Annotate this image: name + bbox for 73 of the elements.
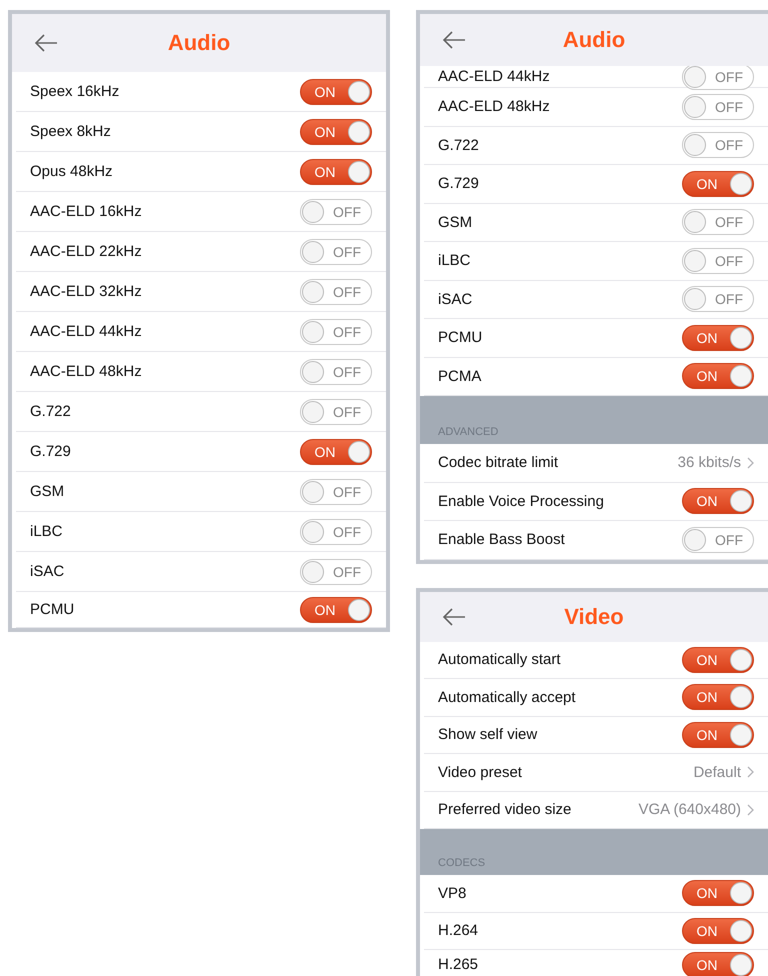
setting-label: Preferred video size [438, 801, 572, 818]
toggle-switch[interactable]: OFF [300, 398, 372, 424]
toggle-switch[interactable]: ON [300, 596, 372, 622]
setting-label: PCMA [438, 368, 482, 385]
setting-label: VP8 [438, 884, 466, 902]
setting-label: G.729 [30, 443, 71, 460]
toggle-switch[interactable]: ON [682, 952, 754, 976]
toggle-switch[interactable]: OFF [300, 278, 372, 304]
setting-label: iSAC [30, 563, 64, 580]
toggle-switch[interactable]: ON [300, 118, 372, 144]
setting-label: AAC-ELD 48kHz [30, 363, 142, 380]
toggle-switch[interactable]: OFF [300, 558, 372, 584]
toggle-switch[interactable]: ON [300, 78, 372, 104]
toggle-switch[interactable]: OFF [682, 94, 754, 120]
toggle-switch[interactable]: OFF [682, 526, 754, 553]
toggle-switch[interactable]: ON [682, 918, 754, 944]
setting-label: Automatically accept [438, 688, 576, 706]
screen-title: Video [564, 604, 624, 630]
toggle-switch[interactable]: ON [682, 880, 754, 906]
toggle-switch[interactable]: OFF [300, 478, 372, 504]
toggle-switch[interactable]: OFF [682, 209, 754, 236]
toggle-switch[interactable]: ON [682, 722, 754, 748]
setting-label: AAC-ELD 16kHz [30, 203, 142, 220]
setting-label: G.722 [30, 403, 71, 420]
setting-label: iSAC [438, 290, 472, 308]
toggle-switch[interactable]: ON [682, 363, 754, 390]
setting-label: H.265 [438, 956, 478, 973]
toggle-switch[interactable]: ON [300, 438, 372, 464]
toggle-switch[interactable]: OFF [300, 358, 372, 384]
screen-title: Audio [562, 27, 626, 53]
setting-label: Automatically start [438, 651, 561, 668]
setting-label: AAC-ELD 48kHz [438, 98, 550, 116]
setting-label: AAC-ELD 32kHz [30, 283, 142, 300]
toggle-switch[interactable]: OFF [300, 518, 372, 544]
setting-label: Enable Bass Boost [438, 531, 565, 548]
setting-label: Speex 16kHz [30, 83, 120, 100]
screen-title: Audio [168, 30, 230, 56]
setting-value[interactable]: 36 kbits/s [678, 454, 741, 472]
setting-label: G.729 [438, 175, 479, 192]
setting-label: GSM [438, 214, 472, 231]
setting-label: Enable Voice Processing [438, 492, 604, 510]
setting-label: Speex 8kHz [30, 123, 111, 140]
setting-label: Codec bitrate limit [438, 454, 558, 472]
toggle-switch[interactable]: OFF [300, 318, 372, 344]
back-arrow-icon[interactable] [34, 34, 58, 52]
toggle-switch[interactable]: OFF [682, 248, 754, 274]
back-arrow-icon[interactable] [442, 608, 466, 626]
setting-label: GSM [30, 483, 64, 500]
setting-label: H.264 [438, 922, 478, 940]
setting-label: Show self view [438, 726, 538, 744]
setting-label: PCMU [438, 329, 482, 346]
toggle-switch[interactable]: OFF [300, 238, 372, 264]
toggle-switch[interactable]: ON [682, 684, 754, 710]
setting-label: iLBC [30, 523, 63, 540]
setting-label: AAC-ELD 44kHz [438, 68, 550, 85]
setting-label: AAC-ELD 44kHz [30, 323, 142, 340]
toggle-switch[interactable]: ON [682, 488, 754, 514]
setting-label: AAC-ELD 22kHz [30, 243, 142, 260]
toggle-switch[interactable]: ON [300, 158, 372, 184]
toggle-switch[interactable]: OFF [682, 132, 754, 158]
setting-value[interactable]: Default [693, 764, 741, 781]
back-arrow-icon[interactable] [442, 31, 466, 49]
setting-label: G.722 [438, 136, 479, 154]
toggle-switch[interactable]: ON [682, 324, 754, 351]
toggle-switch[interactable]: OFF [300, 198, 372, 224]
toggle-switch[interactable]: ON [682, 170, 754, 197]
toggle-switch[interactable]: OFF [682, 286, 754, 312]
setting-label: Video preset [438, 764, 522, 781]
setting-value[interactable]: VGA (640x480) [638, 801, 741, 818]
setting-label: Opus 48kHz [30, 163, 113, 180]
setting-label: iLBC [438, 252, 471, 270]
toggle-switch[interactable]: ON [682, 646, 754, 673]
setting-label: PCMU [30, 601, 74, 618]
